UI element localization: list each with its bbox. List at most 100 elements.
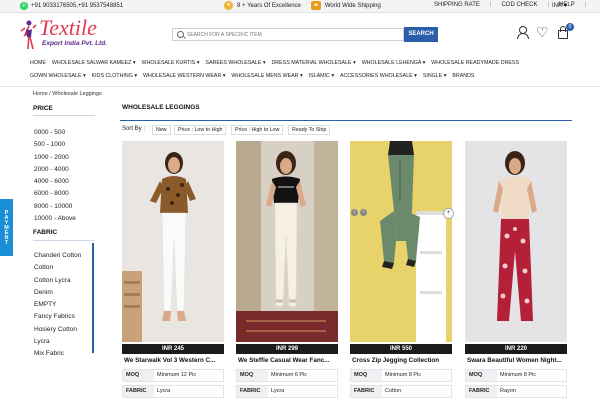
logo-figure-icon [20,20,37,50]
nav-brands[interactable]: BRANDS [452,73,474,79]
nav-western-wear[interactable]: WHOLESALE WESTERN WEAR ▾ [143,73,225,79]
fabric-value: Lycra [157,388,171,394]
fabric-filter-title: FABRIC [33,229,58,236]
product-name[interactable]: Cross Zip Jegging Collection [352,357,452,364]
cod-check-link[interactable]: COD CHECK [501,2,537,8]
sort-new-button[interactable]: New [152,125,171,135]
product-name[interactable]: Swara Beautiful Women Night... [467,357,567,364]
nav-salwar-kameez[interactable]: WHOLESALE SALWAR KAMEEZ ▾ [52,60,136,66]
nav-kids-clothing[interactable]: KIDS CLOTHING ▾ [92,73,137,79]
price-option[interactable]: 0000 - 500 [34,127,76,139]
price-option[interactable]: 6000 - 8000 [34,188,76,200]
fabric-option[interactable]: Hosiery Cotton [34,324,81,336]
price-filter-divider [33,115,95,116]
product-price: INR 550 [350,344,452,354]
product-price: INR 245 [122,344,224,354]
fabric-filter-list: Chanderi Cotton Cotton Cotton Lycra Deni… [34,250,81,361]
moq-row: MOQ Minimum 8 Pic [465,369,567,382]
moq-value: Minimum 8 Pic [385,372,422,378]
main-nav-row-1: HOME WHOLESALE SALWAR KAMEEZ ▾ WHOLESALE… [30,60,525,66]
nav-readymade-dress[interactable]: WHOLESALE READYMADE DRESS [431,60,519,66]
product-price: INR 220 [465,344,567,354]
fabric-option[interactable]: Lycra [34,336,81,348]
price-option[interactable]: 10000 - Above [34,213,76,225]
fabric-option[interactable]: Mix Fabric [34,348,81,360]
fabric-option[interactable]: Cotton Lycra [34,275,81,287]
currency-select[interactable]: INR ▾ [552,2,567,9]
fabric-row: FABRIC Lycra [236,385,338,398]
sort-label: Sort By : [122,126,146,132]
chevron-right-icon[interactable]: › [360,209,367,216]
fabric-value: Lycra [271,388,285,394]
site-logo[interactable]: Textile Export India Pvt. Ltd. [20,15,150,55]
shipping-rate-link[interactable]: SHIPPING RATE [434,2,480,8]
price-option[interactable]: 2000 - 4000 [34,164,76,176]
moq-row: MOQ Minimum 6 Pic [236,369,338,382]
price-option[interactable]: 500 - 1000 [34,139,76,151]
title-underline [120,120,572,121]
fabric-option[interactable]: EMPTY [34,299,81,311]
header-icons: ♡ [516,25,570,39]
price-filter-list: 0000 - 500 500 - 1000 1000 - 2000 2000 -… [34,127,76,225]
fabric-row: FABRIC Rayon [465,385,567,398]
moq-value: Minimum 8 Pic [500,372,537,378]
wishlist-icon[interactable]: ♡ [536,25,549,39]
page-title: WHOLESALE LEGGINGS [122,104,200,111]
nav-home[interactable]: HOME [30,60,46,66]
price-filter-title: PRICE [33,105,53,112]
nav-accessories[interactable]: ACCESSORIES WHOLESALE ▾ [340,73,417,79]
cart-count-badge: 0 [566,23,574,31]
truck-icon: ▰ [310,1,321,10]
currency-value: INR [552,3,563,9]
nav-gown[interactable]: GOWN WHOLESALE ▾ [30,73,86,79]
product-image[interactable] [236,141,338,342]
moq-row: MOQ Minimum 12 Pic [122,369,224,382]
price-option[interactable]: 1000 - 2000 [34,152,76,164]
experience-text: 8 + Years Of Excellence [237,2,301,9]
search-input[interactable] [187,30,402,39]
fabric-option[interactable]: Cotton [34,262,81,274]
breadcrumb[interactable]: Home / Wholesale Leggings [33,91,102,97]
fabric-option[interactable]: Chanderi Cotton [34,250,81,262]
product-price: INR 299 [236,344,338,354]
sort-ready-to-ship-button[interactable]: Ready To Ship [288,125,331,135]
nav-mens-wear[interactable]: WHOLESALE MENS WEAR ▾ [231,73,302,79]
nav-single[interactable]: SINGLE ▾ [423,73,447,79]
moq-value: Minimum 6 Pic [271,372,308,378]
search-button[interactable]: SEARCH [404,27,438,42]
chevron-down-icon: ▾ [564,3,568,9]
nav-islamic[interactable]: ISLAMIC ▾ [309,73,334,79]
price-option[interactable]: 4000 - 6000 [34,176,76,188]
fabric-row: FABRIC Cotton [350,385,452,398]
product-image[interactable] [122,141,224,342]
nav-lehenga[interactable]: WHOLESALE LEHENGA ▾ [362,60,426,66]
product-image[interactable] [465,141,567,342]
fabric-option[interactable]: Denim [34,287,81,299]
nav-kurtis[interactable]: WHOLESALE KURTIS ▾ [142,60,200,66]
search-icon [177,31,184,38]
moq-label: MOQ [466,370,497,381]
image-carousel-controls[interactable]: ‹ › [351,209,367,216]
add-to-cart-icon[interactable]: + [443,208,454,219]
nav-sarees[interactable]: SAREES WHOLESALE ▾ [205,60,265,66]
product-image[interactable] [350,141,452,342]
chevron-left-icon[interactable]: ‹ [351,209,358,216]
logo-title: Textile [39,15,97,40]
sort-price-high-low-button[interactable]: Price : High to Low [231,125,284,135]
user-icon[interactable] [516,26,529,39]
nav-dress-material[interactable]: DRESS MATERIAL WHOLESALE ▾ [271,60,355,66]
phone-contact[interactable]: ✆ +91 9033176505,+91 9537548851 [20,2,123,10]
fabric-option[interactable]: Fancy Fabrics [34,311,81,323]
moq-label: MOQ [123,370,154,381]
sort-price-low-high-button[interactable]: Price : Low to High [174,125,227,135]
fabric-label: FABRIC [123,386,154,397]
product-name[interactable]: We Starwalk Vol 3 Western C... [124,357,224,364]
fabric-list-scrollbar[interactable] [92,243,94,353]
price-option[interactable]: 8000 - 10000 [34,201,76,213]
fabric-label: FABRIC [237,386,268,397]
product-name[interactable]: We Steffie Casual Wear Fanc... [238,357,338,364]
fabric-filter-divider [33,240,95,241]
whatsapp-icon: ✆ [20,2,28,10]
fabric-value: Cotton [385,388,402,394]
payment-side-tab[interactable]: PAYMENT [0,199,13,256]
